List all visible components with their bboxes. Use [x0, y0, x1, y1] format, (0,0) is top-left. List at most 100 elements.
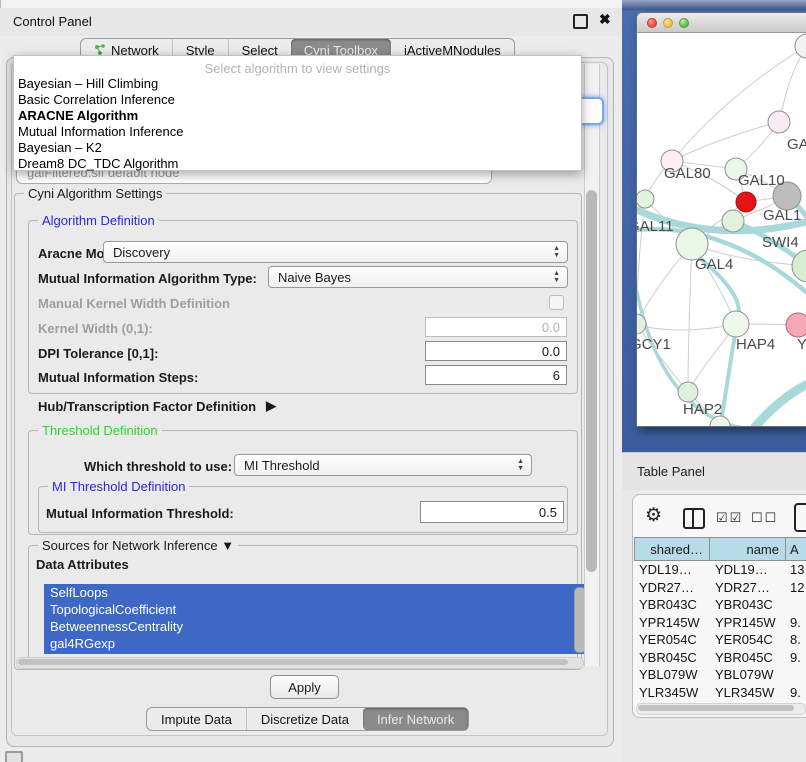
dropdown-item-selected[interactable]: ARACNE Algorithm [14, 108, 581, 124]
table-row[interactable]: YBR043C YBR043C [634, 596, 806, 614]
cell-name: YBL079W [710, 666, 786, 684]
columns-icon[interactable] [683, 508, 705, 529]
close-window-icon[interactable] [647, 18, 657, 28]
gear-icon[interactable]: ⚙ [645, 504, 662, 527]
cell-shared: YPR145W [634, 614, 710, 632]
dropdown-item[interactable]: Mutual Information Inference [14, 124, 581, 140]
which-threshold-label: Which threshold to use: [84, 459, 232, 474]
tab-infer-network[interactable]: Infer Network [363, 708, 468, 730]
table-row[interactable]: YLR345W YLR345W 9. [634, 684, 806, 702]
which-threshold-value: MI Threshold [244, 458, 320, 473]
node-label: HAP2 [683, 401, 722, 418]
cell-value: 9. [786, 684, 806, 702]
column-header-shared[interactable]: shared… [634, 537, 710, 561]
dpi-tolerance-field[interactable]: 0.0 [425, 341, 567, 361]
tab-discretize-data[interactable]: Discretize Data [246, 708, 363, 730]
column-header-third[interactable]: A [786, 537, 806, 561]
expanded-arrow-icon[interactable]: ▼ [221, 538, 234, 553]
scrollbar-thumb[interactable] [586, 190, 597, 572]
node-label: GAL1 [763, 207, 801, 224]
cell-shared: YBR045C [634, 649, 710, 667]
deselect-all-icon[interactable]: ☐☐ [751, 510, 778, 526]
sources-title-text: Sources for Network Inference [42, 538, 218, 553]
cell-shared: YBL079W [634, 666, 710, 684]
column-header-name[interactable]: name [710, 537, 786, 561]
cell-value: 8. [786, 631, 806, 649]
node-label: GCY1 [637, 336, 671, 353]
dropdown-item[interactable]: Dream8 DC_TDC Algorithm [14, 156, 581, 172]
kernel-width-label: Kernel Width (0,1): [38, 321, 153, 336]
node-selected-red[interactable] [736, 192, 756, 212]
cell-value [786, 666, 806, 684]
node-gal11[interactable] [637, 190, 654, 208]
aracne-mode-combobox[interactable]: Discovery ▲▼ [103, 241, 568, 263]
table-row[interactable]: YDR27… YDR27… 12 [634, 579, 806, 597]
cell-name: YDR27… [710, 579, 786, 597]
cell-shared: YER054C [634, 631, 710, 649]
mi-steps-field[interactable]: 6 [425, 365, 567, 385]
spinner-arrows-icon: ▲▼ [553, 245, 560, 259]
hub-tf-definition-label: Hub/Transcription Factor Definition [38, 399, 256, 414]
table-row[interactable]: YER054C YER054C 8. [634, 631, 806, 649]
table-row[interactable]: YBL079W YBL079W [634, 666, 806, 684]
close-panel-icon[interactable]: ✖ [599, 11, 611, 28]
cell-shared: YBR043C [634, 596, 710, 614]
manual-kernel-width-label: Manual Kernel Width Definition [38, 296, 230, 311]
table-row[interactable]: YDL19… YDL19… 13 [634, 561, 806, 579]
hub-tf-definition-toggle[interactable]: Hub/Transcription Factor Definition ▶ [38, 398, 276, 414]
node[interactable] [795, 34, 806, 58]
node-pink[interactable] [786, 313, 806, 337]
select-all-icon[interactable]: ☑☑ [716, 510, 743, 526]
table-row[interactable]: YPR145W YPR145W 9. [634, 614, 806, 632]
dropdown-item[interactable]: Bayesian – Hill Climbing [14, 76, 581, 92]
scrollbar-thumb[interactable] [638, 705, 794, 711]
apply-button[interactable]: Apply [270, 675, 339, 699]
data-attributes-list: SelfLoops TopologicalCoefficient Between… [44, 584, 590, 654]
mi-algorithm-type-combobox[interactable]: Naive Bayes ▲▼ [268, 266, 568, 288]
table-row[interactable]: YBR045C YBR045C 9. [634, 649, 806, 667]
minimize-window-icon[interactable] [663, 18, 673, 28]
node-label: SWI4 [762, 234, 799, 251]
sources-group-title: Sources for Network Inference ▼ [38, 538, 238, 553]
dropdown-item[interactable]: Bayesian – K2 [14, 140, 581, 156]
threshold-definition-title: Threshold Definition [38, 423, 162, 438]
network-window-titlebar[interactable] [637, 13, 806, 33]
tab-impute-data[interactable]: Impute Data [147, 708, 246, 730]
algorithm-dropdown-popup: Select algorithm to view settings Bayesi… [13, 55, 582, 171]
manual-kernel-width-checkbox[interactable] [549, 295, 564, 310]
tab-infer-network-label: Infer Network [377, 712, 454, 727]
table-header-row: shared… name A [634, 537, 806, 561]
node-hap4[interactable] [723, 311, 749, 337]
zoom-window-icon[interactable] [679, 18, 689, 28]
kernel-width-field[interactable]: 0.0 [425, 317, 567, 337]
cell-name: YBR045C [710, 649, 786, 667]
control-panel-title: Control Panel [13, 14, 92, 29]
node-swi4[interactable] [722, 210, 744, 232]
mi-threshold-field[interactable]: 0.5 [420, 501, 564, 523]
settings-horizontal-scrollbar[interactable] [16, 657, 584, 669]
cell-name: YDL19… [710, 561, 786, 579]
list-item[interactable]: BetweennessCentrality [44, 618, 590, 635]
node-hap2[interactable] [678, 382, 698, 402]
dpi-tolerance-label: DPI Tolerance [0,1]: [38, 346, 158, 361]
list-item[interactable]: gal4RGexp [44, 635, 590, 652]
mi-threshold-label: Mutual Information Threshold: [46, 506, 234, 521]
control-panel-titlebar [0, 8, 622, 36]
node-label: Y [797, 336, 806, 353]
node[interactable] [768, 111, 790, 133]
cell-value: 9. [786, 649, 806, 667]
app-screen: Control Panel ✖ Network Style Select Cyn… [0, 0, 806, 762]
cyni-algorithm-settings-title: Cyni Algorithm Settings [24, 186, 166, 201]
network-canvas[interactable]: GAL GAL80 GAL10 GAL1 GAL11 SWI4 GAL4 GCY… [637, 33, 806, 426]
list-item[interactable]: TopologicalCoefficient [44, 601, 590, 618]
function-builder-icon[interactable] [794, 503, 806, 532]
float-panel-icon[interactable] [573, 14, 588, 29]
spinner-arrows-icon: ▲▼ [553, 270, 560, 284]
table-horizontal-scrollbar[interactable] [636, 703, 806, 715]
which-threshold-combobox[interactable]: MI Threshold ▲▼ [234, 454, 532, 476]
cell-name: YLR345W [710, 684, 786, 702]
scrollbar-thumb[interactable] [18, 659, 568, 665]
dropdown-item[interactable]: Basic Correlation Inference [14, 92, 581, 108]
list-item[interactable]: SelfLoops [44, 584, 590, 601]
dock-panel-button[interactable] [5, 751, 23, 762]
